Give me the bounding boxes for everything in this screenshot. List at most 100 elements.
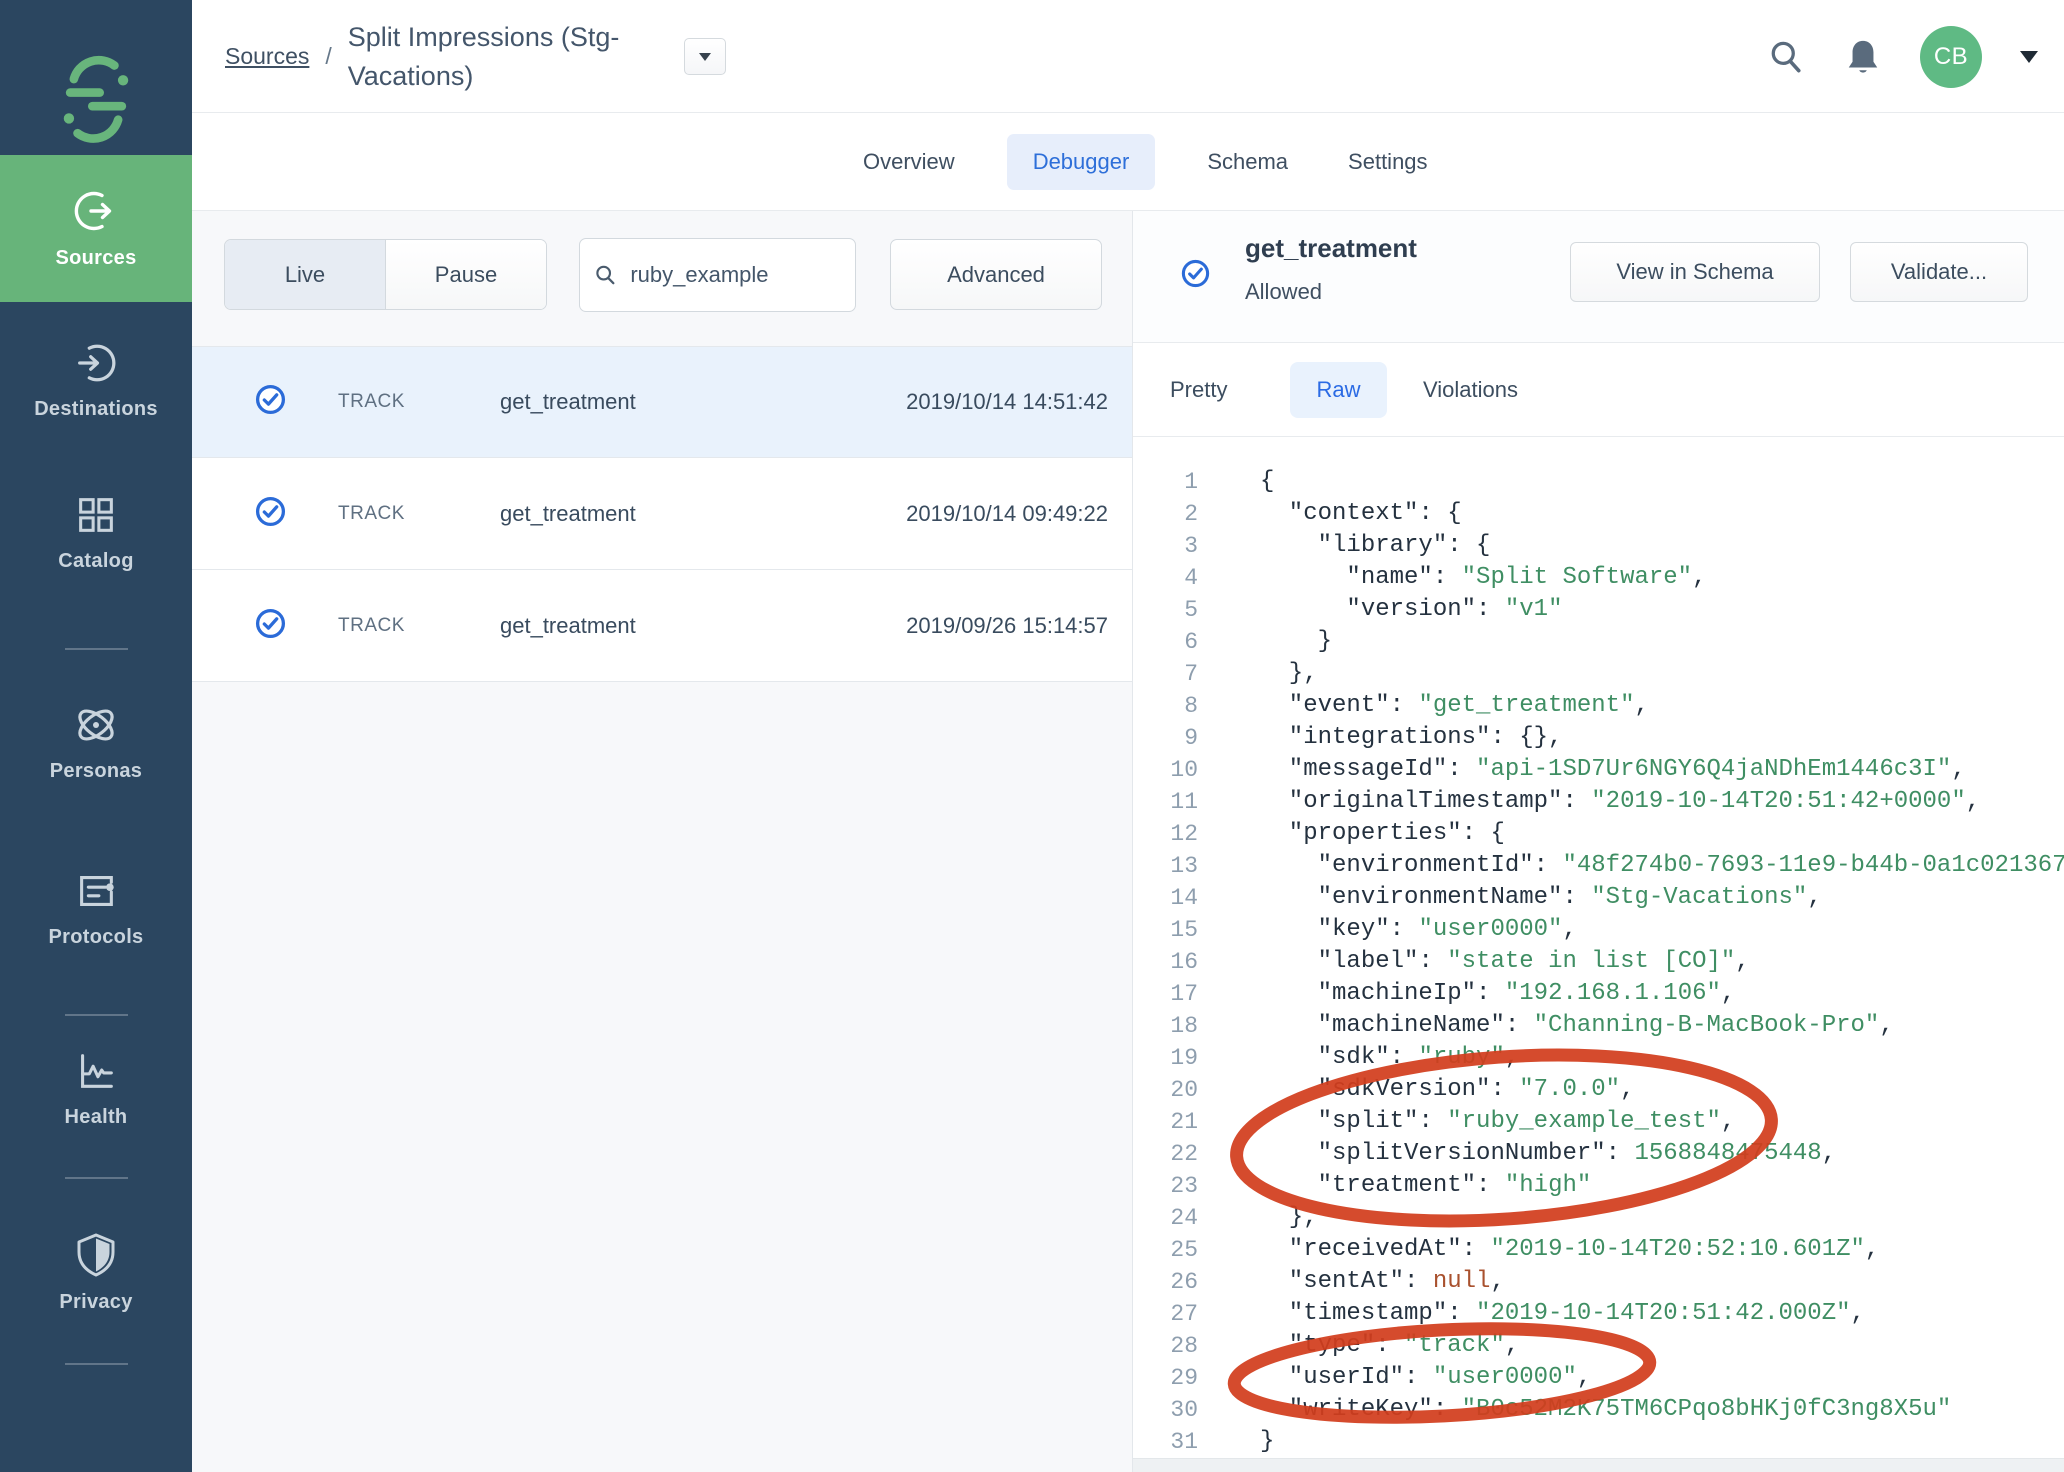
sidebar-item-label: Sources bbox=[55, 247, 136, 270]
event-name: get_treatment bbox=[500, 501, 636, 527]
sidebar-item-label: Health bbox=[65, 1106, 128, 1129]
code-line: 13 "environmentId": "48f274b0-7693-11e9-… bbox=[1133, 850, 2064, 882]
health-icon bbox=[73, 1048, 119, 1094]
code-line: 19 "sdk": "ruby", bbox=[1133, 1042, 2064, 1074]
code-line: 8 "event": "get_treatment", bbox=[1133, 690, 2064, 722]
code-line: 18 "machineName": "Channing-B-MacBook-Pr… bbox=[1133, 1010, 2064, 1042]
protocols-icon bbox=[73, 868, 119, 914]
sidebar-item-sources[interactable]: Sources bbox=[0, 155, 192, 302]
breadcrumb-separator: / bbox=[325, 43, 331, 70]
code-line: 15 "key": "user0000", bbox=[1133, 914, 2064, 946]
code-line: 9 "integrations": {}, bbox=[1133, 722, 2064, 754]
event-detail-title: get_treatment bbox=[1245, 233, 1417, 264]
code-line: 23 "treatment": "high" bbox=[1133, 1170, 2064, 1202]
event-timestamp: 2019/09/26 15:14:57 bbox=[906, 613, 1108, 639]
code-line: 12 "properties": { bbox=[1133, 818, 2064, 850]
code-line: 24 }, bbox=[1133, 1202, 2064, 1234]
pause-toggle-button[interactable]: Pause bbox=[385, 240, 546, 309]
event-row[interactable]: TRACK get_treatment 2019/10/14 09:49:22 bbox=[192, 458, 1132, 570]
page-title: Split Impressions (Stg-Vacations) bbox=[348, 18, 660, 96]
source-tabs-bar: Overview Debugger Schema Settings bbox=[192, 113, 2064, 211]
tab-pretty[interactable]: Pretty bbox=[1170, 343, 1227, 437]
live-pause-toggle: Live Pause bbox=[224, 239, 547, 310]
destinations-icon bbox=[73, 340, 119, 386]
search-icon bbox=[594, 262, 616, 288]
code-line: 30 "writeKey": "B0c52M2K75TM6CPqo8bHKj0f… bbox=[1133, 1394, 2064, 1426]
sidebar-item-label: Privacy bbox=[59, 1291, 132, 1314]
code-line: 10 "messageId": "api-1SD7Ur6NGY6Q4jaNDhE… bbox=[1133, 754, 2064, 786]
code-line: 26 "sentAt": null, bbox=[1133, 1266, 2064, 1298]
payload-view-tabs: Pretty Raw Violations bbox=[1133, 343, 2064, 437]
validate-button[interactable]: Validate... bbox=[1850, 242, 2028, 302]
privacy-icon bbox=[74, 1231, 118, 1279]
event-list: TRACK get_treatment 2019/10/14 14:51:42 … bbox=[192, 346, 1132, 682]
tab-settings[interactable]: Settings bbox=[1340, 134, 1436, 190]
code-line: 1{ bbox=[1133, 466, 2064, 498]
code-line: 20 "sdkVersion": "7.0.0", bbox=[1133, 1074, 2064, 1106]
sidebar-item-catalog[interactable]: Catalog bbox=[0, 482, 192, 582]
event-timestamp: 2019/10/14 14:51:42 bbox=[906, 389, 1108, 415]
avatar[interactable]: CB bbox=[1920, 26, 1982, 88]
top-header: Sources / Split Impressions (Stg-Vacatio… bbox=[192, 0, 2064, 113]
sidebar-item-destinations[interactable]: Destinations bbox=[0, 330, 192, 430]
chevron-down-icon bbox=[699, 53, 711, 61]
sidebar-divider bbox=[65, 1363, 128, 1365]
sidebar-item-label: Destinations bbox=[34, 398, 158, 421]
code-line: 21 "split": "ruby_example_test", bbox=[1133, 1106, 2064, 1138]
breadcrumb-sources-link[interactable]: Sources bbox=[225, 43, 309, 70]
notifications-bell-icon[interactable] bbox=[1844, 37, 1882, 77]
sidebar-item-health[interactable]: Health bbox=[0, 1038, 192, 1138]
search-icon[interactable] bbox=[1766, 37, 1806, 77]
event-timestamp: 2019/10/14 09:49:22 bbox=[906, 501, 1108, 527]
raw-json-viewer[interactable]: 1{2 "context": {3 "library": {4 "name": … bbox=[1133, 437, 2064, 1458]
code-line: 28 "type": "track", bbox=[1133, 1330, 2064, 1362]
tab-violations[interactable]: Violations bbox=[1423, 343, 1518, 437]
event-search-input[interactable] bbox=[628, 261, 841, 289]
breadcrumb: Sources / Split Impressions (Stg-Vacatio… bbox=[225, 0, 726, 113]
event-detail-header: get_treatment Allowed View in Schema Val… bbox=[1133, 211, 2064, 343]
tab-raw[interactable]: Raw bbox=[1287, 343, 1390, 437]
live-toggle-button[interactable]: Live bbox=[225, 240, 385, 309]
event-row[interactable]: TRACK get_treatment 2019/10/14 14:51:42 bbox=[192, 346, 1132, 458]
event-allowed-check-icon bbox=[254, 383, 287, 421]
tab-schema[interactable]: Schema bbox=[1199, 134, 1296, 190]
advanced-button[interactable]: Advanced bbox=[890, 239, 1102, 310]
source-switcher-button[interactable] bbox=[684, 38, 726, 75]
code-line: 29 "userId": "user0000", bbox=[1133, 1362, 2064, 1394]
event-search-field bbox=[579, 238, 856, 312]
code-line: 7 }, bbox=[1133, 658, 2064, 690]
account-menu-caret-icon[interactable] bbox=[2020, 51, 2038, 63]
event-allowed-check-icon bbox=[254, 607, 287, 645]
detail-panel-footer bbox=[1133, 1458, 2064, 1472]
sidebar-divider bbox=[65, 1177, 128, 1179]
sidebar-item-label: Protocols bbox=[49, 926, 144, 949]
sidebar-item-label: Personas bbox=[50, 760, 142, 783]
sidebar-item-personas[interactable]: Personas bbox=[0, 692, 192, 792]
sidebar: Sources Destinations Catalog bbox=[0, 0, 192, 1472]
event-type-badge: TRACK bbox=[338, 503, 405, 525]
code-line: 3 "library": { bbox=[1133, 530, 2064, 562]
event-type-badge: TRACK bbox=[338, 615, 405, 637]
tab-debugger[interactable]: Debugger bbox=[1007, 134, 1156, 190]
code-line: 2 "context": { bbox=[1133, 498, 2064, 530]
app: Sources Destinations Catalog bbox=[0, 0, 2064, 1472]
event-row[interactable]: TRACK get_treatment 2019/09/26 15:14:57 bbox=[192, 570, 1132, 682]
allowed-check-icon bbox=[1180, 258, 1211, 294]
segment-logo-icon bbox=[59, 52, 133, 148]
code-line: 16 "label": "state in list [CO]", bbox=[1133, 946, 2064, 978]
event-allowed-check-icon bbox=[254, 495, 287, 533]
event-status: Allowed bbox=[1245, 279, 1322, 305]
event-type-badge: TRACK bbox=[338, 391, 405, 413]
view-in-schema-button[interactable]: View in Schema bbox=[1570, 242, 1820, 302]
code-line: 4 "name": "Split Software", bbox=[1133, 562, 2064, 594]
event-detail-panel: get_treatment Allowed View in Schema Val… bbox=[1132, 211, 2064, 1472]
segment-logo[interactable] bbox=[0, 52, 192, 148]
code-line: 31} bbox=[1133, 1426, 2064, 1458]
sidebar-item-privacy[interactable]: Privacy bbox=[0, 1222, 192, 1322]
event-name: get_treatment bbox=[500, 613, 636, 639]
code-line: 5 "version": "v1" bbox=[1133, 594, 2064, 626]
code-line: 11 "originalTimestamp": "2019-10-14T20:5… bbox=[1133, 786, 2064, 818]
sidebar-item-protocols[interactable]: Protocols bbox=[0, 858, 192, 958]
code-line: 17 "machineIp": "192.168.1.106", bbox=[1133, 978, 2064, 1010]
tab-overview[interactable]: Overview bbox=[855, 134, 963, 190]
